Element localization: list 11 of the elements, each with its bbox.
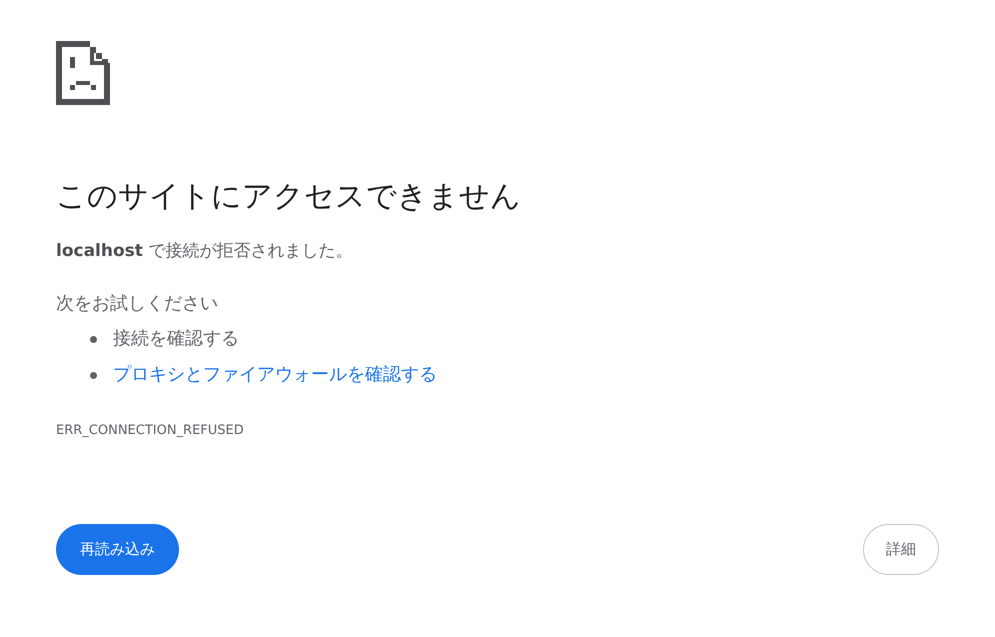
error-message: localhost で接続が拒否されました。: [56, 240, 354, 263]
error-code: ERR_CONNECTION_REFUSED: [56, 422, 245, 440]
suggestion-text: 接続を確認する: [113, 327, 239, 351]
sad-page-icon: [56, 41, 110, 105]
bullet-icon: [90, 336, 97, 342]
reload-button[interactable]: 再読み込み: [56, 524, 179, 575]
error-heading: このサイトにアクセスできません: [56, 178, 522, 216]
suggestions-title: 次をお試しください: [56, 292, 219, 316]
bullet-icon: [90, 372, 97, 378]
suggestion-link[interactable]: プロキシとファイアウォールを確認する: [113, 362, 437, 388]
details-button[interactable]: 詳細: [863, 524, 939, 575]
